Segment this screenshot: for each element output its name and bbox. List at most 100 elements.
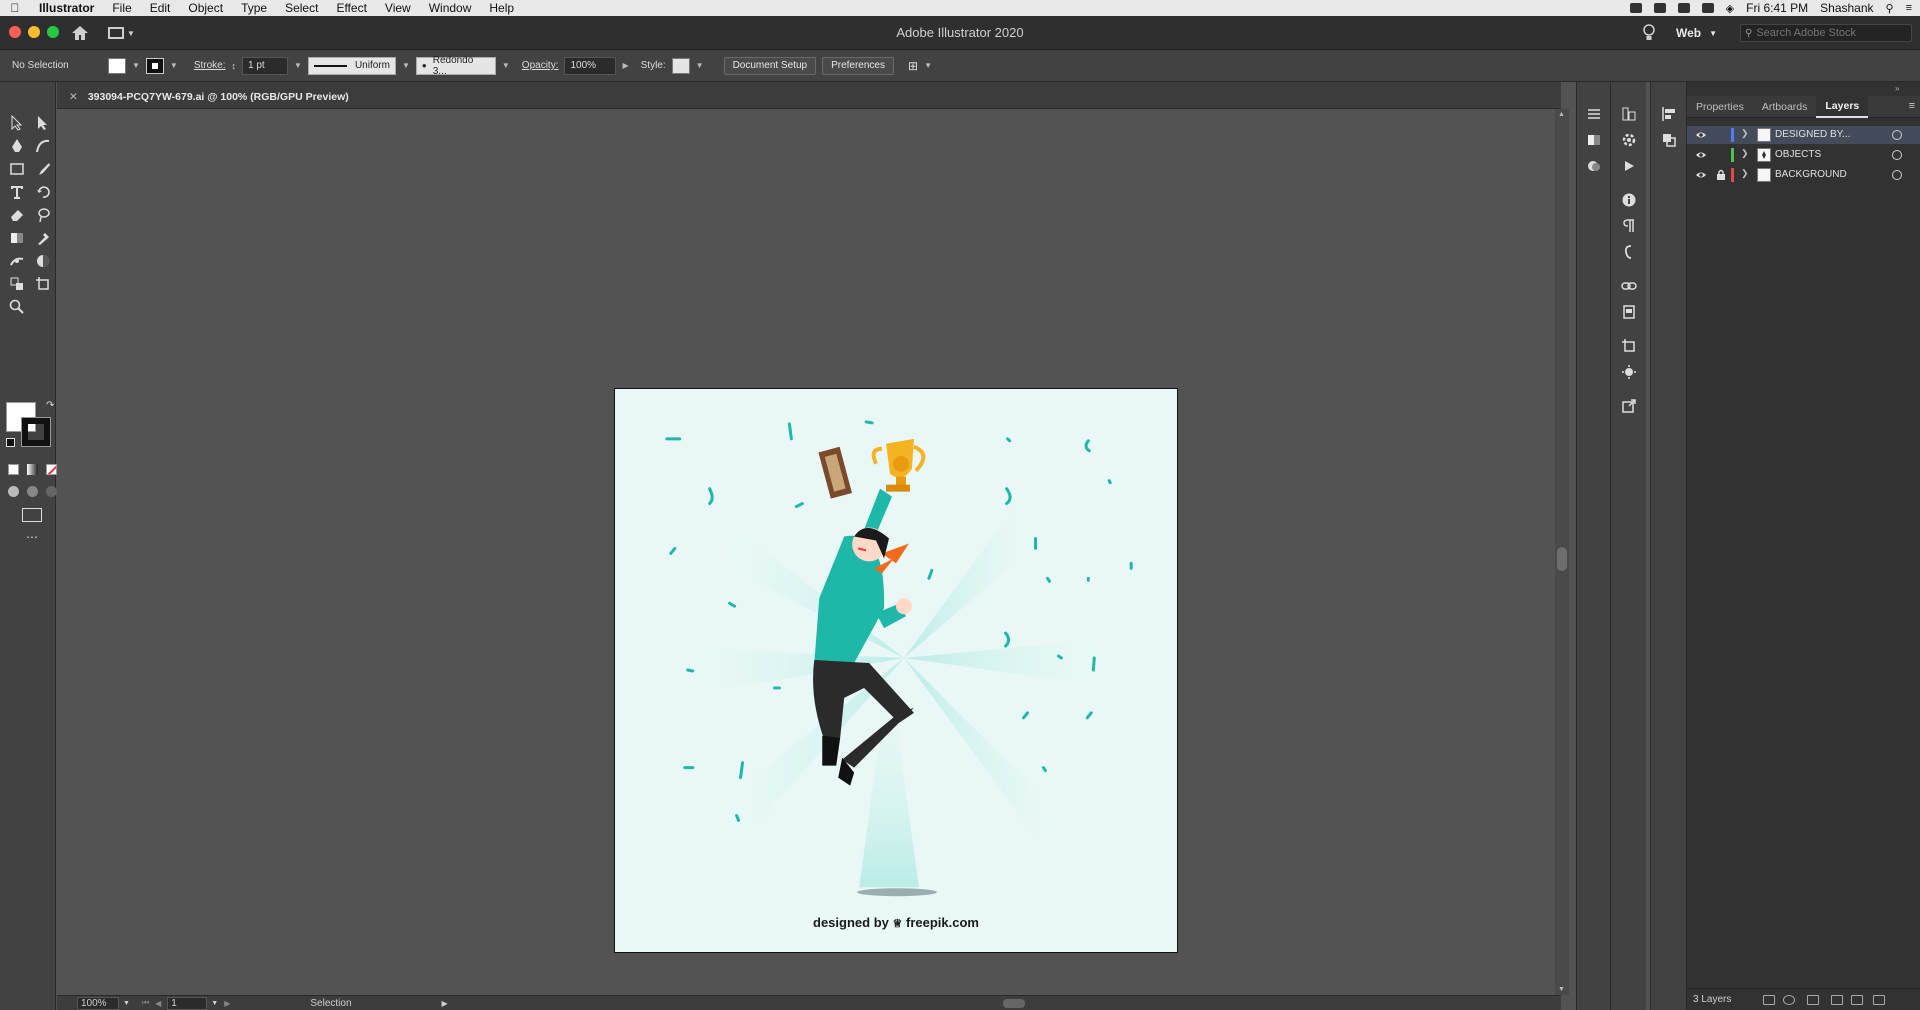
visibility-eye-icon[interactable] (1695, 169, 1707, 181)
asset-export-icon[interactable] (1620, 364, 1638, 380)
tab-artboards[interactable]: Artboards (1753, 96, 1817, 118)
gradient-mode-icon[interactable] (27, 464, 38, 475)
vertical-scrollbar[interactable]: ▲ ▼ (1555, 109, 1569, 995)
expand-layer-icon[interactable]: ❯ (1741, 148, 1751, 162)
stroke-dropdown-icon[interactable]: ▼ (170, 61, 178, 70)
export-selection-icon[interactable] (1763, 995, 1775, 1005)
layer-name[interactable]: BACKGROUND (1775, 169, 1847, 180)
paragraph-icon[interactable] (1620, 218, 1638, 234)
direct-selection-tool-icon[interactable] (32, 114, 54, 132)
next-artboard-icon[interactable]: ▶ (224, 999, 230, 1008)
expand-layer-icon[interactable]: ❯ (1741, 168, 1751, 182)
eraser-tool-icon[interactable] (6, 206, 28, 224)
selection-tool-icon[interactable] (6, 114, 28, 132)
visibility-eye-icon[interactable] (1695, 129, 1707, 141)
menu-select[interactable]: Select (276, 1, 327, 15)
libraries-icon[interactable] (1620, 106, 1638, 122)
stock-search-box[interactable]: ⚲ (1740, 24, 1912, 42)
artboard[interactable]: designed by ♕ freepik.com (614, 388, 1178, 953)
status-eye-icon[interactable] (1653, 3, 1666, 13)
style-dropdown-icon[interactable]: ▼ (696, 61, 704, 70)
arrange-documents-button[interactable]: ▼ (108, 25, 142, 41)
align-dropdown-icon[interactable]: ▼ (924, 61, 932, 70)
close-window-button[interactable] (9, 26, 21, 38)
swap-fill-stroke-icon[interactable]: ↷ (46, 400, 54, 411)
document-tab[interactable]: ✕ 393094-PCQ7YW-679.ai @ 100% (RGB/GPU P… (69, 87, 349, 107)
menu-type[interactable]: Type (232, 1, 276, 15)
default-fill-stroke-icon[interactable] (6, 438, 15, 447)
make-clipping-mask-icon[interactable] (1807, 995, 1819, 1005)
tab-layers[interactable]: Layers (1816, 95, 1869, 118)
status-s-icon[interactable] (1677, 3, 1690, 13)
layer-row-objects[interactable]: ❯ OBJECTS (1687, 146, 1920, 164)
align-options-icon[interactable]: ⊞ (908, 59, 918, 73)
stroke-label[interactable]: Stroke: (194, 60, 226, 71)
collapse-panels-icon[interactable]: » (1895, 84, 1899, 93)
stroke-swatch[interactable] (145, 57, 164, 74)
first-artboard-icon[interactable]: ⏮ (142, 998, 149, 1008)
prev-artboard-icon[interactable]: ◀ (155, 999, 161, 1008)
opacity-flyout-icon[interactable]: ▶ (622, 61, 628, 70)
menu-effect[interactable]: Effect (327, 1, 375, 15)
menu-view[interactable]: View (376, 1, 420, 15)
actions-play-icon[interactable] (1620, 158, 1638, 174)
horizontal-scroll-thumb[interactable] (1003, 999, 1025, 1008)
stock-search-input[interactable] (1756, 27, 1907, 39)
menubar-clock[interactable]: Fri 6:41 PM (1746, 1, 1808, 15)
preferences-button[interactable]: Preferences (822, 56, 894, 75)
menu-file[interactable]: File (103, 1, 140, 15)
scroll-down-icon[interactable]: ▼ (1558, 986, 1565, 993)
wifi-icon[interactable]: ◈ (1726, 2, 1734, 15)
home-icon[interactable] (70, 24, 90, 42)
stroke-color-box[interactable] (21, 417, 51, 447)
apple-menu-icon[interactable]:  (0, 1, 30, 15)
pen-tool-icon[interactable] (6, 137, 28, 155)
zoom-window-button[interactable] (47, 26, 59, 38)
menu-icon[interactable] (1585, 106, 1603, 122)
eyedropper-tool-icon[interactable] (32, 229, 54, 247)
type-tool-icon[interactable] (6, 183, 28, 201)
layer-name[interactable]: OBJECTS (1775, 149, 1821, 160)
screen-mode-icon[interactable] (22, 508, 42, 522)
lock-icon[interactable] (1716, 169, 1726, 181)
layer-row-background[interactable]: ❯ BACKGROUND (1687, 166, 1920, 184)
brush-definition[interactable]: ● Redondo 3... (415, 55, 496, 77)
new-layer-icon[interactable] (1851, 995, 1863, 1005)
layer-target-icon[interactable] (1892, 130, 1902, 140)
artboard-tool-icon[interactable] (32, 275, 54, 293)
expand-layer-icon[interactable]: ❯ (1741, 128, 1751, 142)
zoom-dropdown-icon[interactable]: ▼ (123, 1000, 130, 1007)
trash-icon[interactable] (1873, 995, 1885, 1005)
stroke-weight-field[interactable]: 1 pt (242, 56, 289, 75)
document-setup-button[interactable]: Document Setup (723, 56, 817, 75)
status-battery-icon[interactable] (1701, 3, 1714, 13)
lightbulb-icon[interactable] (1642, 24, 1656, 42)
artboard-number-field[interactable]: 1 (167, 996, 208, 1010)
glyphs-icon[interactable] (1620, 244, 1638, 260)
visibility-eye-icon[interactable] (1695, 149, 1707, 161)
rotate-tool-icon[interactable] (32, 183, 54, 201)
notification-center-icon[interactable]: ≡ (1906, 2, 1912, 14)
gear-icon[interactable] (1620, 132, 1638, 148)
tab-properties[interactable]: Properties (1687, 96, 1753, 118)
stroke-stepper-icon[interactable]: ↕ (232, 61, 237, 71)
lasso-tool-icon[interactable] (32, 206, 54, 224)
profile-dropdown-icon[interactable]: ▼ (402, 61, 410, 70)
layer-target-icon[interactable] (1892, 170, 1902, 180)
workspace-switcher[interactable]: Web ▼ (1676, 24, 1732, 42)
fill-dropdown-icon[interactable]: ▼ (132, 61, 140, 70)
transparency-icon[interactable] (1585, 132, 1603, 148)
menu-illustrator[interactable]: Illustrator (30, 1, 103, 15)
layer-row-designed-by[interactable]: ❯ DESIGNED BY... (1687, 126, 1920, 144)
align-icon[interactable] (1660, 106, 1678, 122)
shape-builder-tool-icon[interactable] (32, 252, 54, 270)
edit-toolbar-icon[interactable]: ⋯ (26, 530, 38, 544)
panel-menu-icon[interactable]: ≡ (1909, 100, 1915, 112)
info-icon[interactable] (1620, 192, 1638, 208)
opacity-field[interactable]: 100% (564, 56, 617, 75)
none-mode-icon[interactable] (46, 464, 57, 475)
paintbrush-tool-icon[interactable] (32, 160, 54, 178)
curvature-tool-icon[interactable] (32, 137, 54, 155)
artboard-dropdown-icon[interactable]: ▼ (211, 1000, 218, 1007)
locate-object-icon[interactable] (1783, 995, 1795, 1005)
